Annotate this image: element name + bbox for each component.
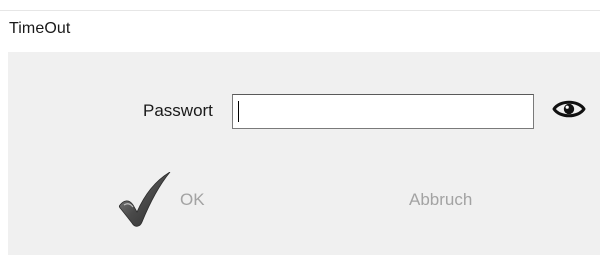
- window-title: TimeOut: [9, 20, 71, 37]
- window-divider: [0, 10, 600, 11]
- password-input[interactable]: [232, 94, 534, 129]
- password-label: Passwort: [143, 101, 213, 120]
- cancel-button[interactable]: Abbruch: [392, 182, 504, 216]
- dialog-body: [8, 52, 600, 255]
- show-password-button[interactable]: [551, 96, 587, 122]
- cancel-label: Abbruch: [409, 190, 473, 209]
- ok-button[interactable]: OK: [114, 168, 224, 228]
- ok-label: OK: [180, 190, 205, 209]
- checkmark-icon: [118, 172, 171, 227]
- timeout-window: TimeOut Passwort OK Abbruch: [0, 0, 600, 255]
- text-caret: [238, 101, 239, 122]
- eye-icon: [552, 100, 586, 118]
